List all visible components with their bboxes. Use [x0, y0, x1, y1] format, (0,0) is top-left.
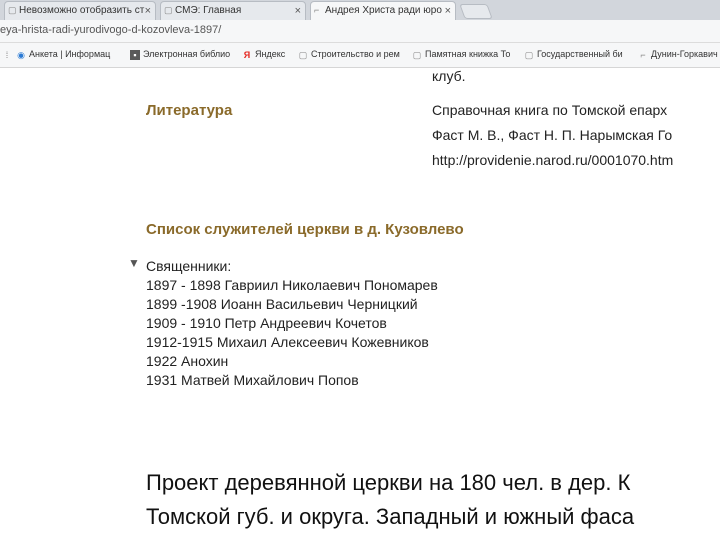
- bookmark-item[interactable]: ⁞: [2, 49, 15, 60]
- page-icon: ▢: [164, 5, 173, 15]
- globe-icon: ◉: [17, 50, 25, 60]
- yandex-icon: Я: [243, 50, 251, 60]
- bookmark-item[interactable]: ◉ Анкета | Информац: [16, 49, 110, 60]
- close-icon[interactable]: ×: [295, 2, 301, 20]
- expand-triangle-icon[interactable]: ▼: [128, 256, 140, 270]
- priest-item: 1931 Матвей Михайлович Попов: [146, 372, 359, 388]
- priests-label: Священники:: [146, 258, 232, 274]
- tab-1[interactable]: ▢ СМЭ: Главная ×: [160, 1, 306, 20]
- library-icon: ▪: [130, 50, 140, 60]
- tab-2-active[interactable]: ⌐ Андрея Христа ради юро ×: [310, 1, 456, 20]
- priest-item: 1912-1915 Михаил Алексеевич Кожевников: [146, 334, 429, 350]
- tab-title: Андрея Христа ради юро: [325, 5, 442, 16]
- close-icon[interactable]: ×: [445, 2, 451, 20]
- tab-0[interactable]: ▢ Невозможно отобразить ст ×: [4, 1, 156, 20]
- priest-item: 1899 -1908 Иоанн Васильевич Черницкий: [146, 296, 418, 312]
- page-content: клуб. Литература Справочная книга по Том…: [0, 68, 720, 540]
- bookmark-item[interactable]: ▢ Государственный би: [524, 49, 623, 60]
- literature-line: Фаст М. В., Фаст Н. П. Нарымская Го: [432, 127, 673, 143]
- page-icon: ▢: [8, 5, 17, 15]
- page-icon: ⌐: [314, 5, 320, 15]
- new-tab-button[interactable]: [459, 4, 493, 19]
- bookmark-item[interactable]: ▢ Памятная книжка То: [412, 49, 511, 60]
- page-icon: ▢: [298, 50, 308, 60]
- url-text[interactable]: eya-hrista-radi-yurodivogo-d-kozovleva-1…: [0, 24, 221, 36]
- clergy-heading: Список служителей церкви в д. Кузовлево: [146, 221, 464, 238]
- priest-item: 1909 - 1910 Петр Андреевич Кочетов: [146, 315, 387, 331]
- bookmark-item[interactable]: Я Яндекс: [242, 49, 286, 60]
- bookmark-item[interactable]: ⌐ Дунин-Горкавич: [638, 49, 717, 60]
- priest-item: 1897 - 1898 Гавриил Николаевич Пономарев: [146, 277, 438, 293]
- close-icon[interactable]: ×: [145, 2, 151, 20]
- bookmark-item[interactable]: ▢ Строительство и рем: [298, 49, 400, 60]
- tab-title: СМЭ: Главная: [175, 5, 242, 16]
- club-text: клуб.: [432, 68, 466, 84]
- tab-strip: ▢ Невозможно отобразить ст × ▢ СМЭ: Глав…: [0, 0, 720, 20]
- project-caption-line: Проект деревянной церкви на 180 чел. в д…: [146, 470, 631, 495]
- bookmark-item[interactable]: ▪ Электронная библио: [130, 49, 230, 60]
- project-caption-line: Томской губ. и округа. Западный и южный …: [146, 504, 635, 529]
- apps-icon: ⁞: [5, 50, 9, 60]
- literature-line: Справочная книга по Томской епарх: [432, 102, 668, 118]
- page-icon: ⌐: [640, 50, 646, 60]
- address-bar[interactable]: eya-hrista-radi-yurodivogo-d-kozovleva-1…: [0, 20, 720, 43]
- page-icon: ▢: [412, 50, 422, 60]
- tab-title: Невозможно отобразить ст: [19, 5, 145, 16]
- page-icon: ▢: [524, 50, 534, 60]
- priest-item: 1922 Анохин: [146, 353, 229, 369]
- bookmarks-bar: ⁞ ◉ Анкета | Информац ▪ Электронная библио…: [0, 43, 720, 68]
- literature-link[interactable]: http://providenie.narod.ru/0001070.htm: [432, 152, 673, 168]
- literature-label: Литература: [146, 102, 233, 119]
